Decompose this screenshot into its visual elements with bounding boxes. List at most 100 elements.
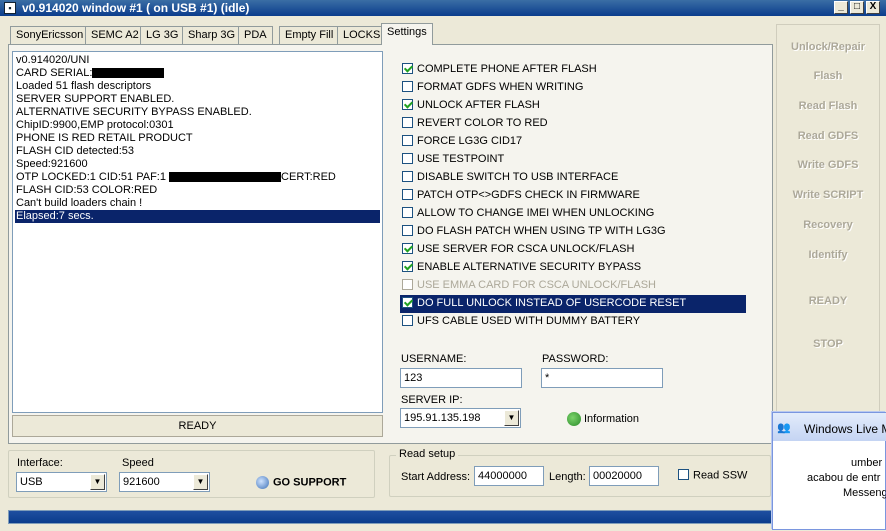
toast-title: Windows Live M [804, 422, 886, 436]
username-label: USERNAME: [401, 353, 467, 365]
checkbox-box[interactable] [402, 224, 413, 236]
flash-button[interactable]: Flash [779, 62, 877, 90]
speed-select[interactable]: 921600 ▼ [119, 472, 210, 492]
go-support-button[interactable]: GO SUPPORT [256, 476, 346, 489]
read-flash-button[interactable]: Read Flash [779, 92, 877, 120]
option-checkbox[interactable]: ENABLE ALTERNATIVE SECURITY BYPASS [400, 259, 746, 277]
log-line: PHONE IS RED RETAIL PRODUCT [16, 132, 193, 144]
checkbox-box[interactable] [402, 62, 413, 74]
chevron-down-icon[interactable]: ▼ [193, 474, 208, 490]
option-checkbox[interactable]: UFS CABLE USED WITH DUMMY BATTERY [400, 313, 746, 331]
password-label: PASSWORD: [542, 353, 609, 365]
checkbox-box[interactable] [678, 469, 689, 480]
option-checkbox[interactable]: USE SERVER FOR CSCA UNLOCK/FLASH [400, 241, 746, 259]
option-label: DO FULL UNLOCK INSTEAD OF USERCODE RESET [417, 297, 687, 309]
tab-semc-a2[interactable]: SEMC A2 [85, 26, 145, 44]
information-button[interactable]: Information [567, 412, 639, 426]
option-checkbox[interactable]: DISABLE SWITCH TO USB INTERFACE [400, 169, 746, 187]
identify-button[interactable]: Identify [779, 241, 877, 269]
option-checkbox[interactable]: PATCH OTP<>GDFS CHECK IN FIRMWARE [400, 187, 746, 205]
option-checkbox[interactable]: DO FULL UNLOCK INSTEAD OF USERCODE RESET [400, 295, 746, 313]
option-label: FORMAT GDFS WHEN WRITING [417, 81, 584, 93]
checkbox-box[interactable] [402, 152, 413, 164]
option-label: ALLOW TO CHANGE IMEI WHEN UNLOCKING [417, 207, 655, 219]
log-line: FLASH CID detected:53 [16, 145, 135, 157]
recovery-button[interactable]: Recovery [779, 211, 877, 239]
interface-select[interactable]: USB ▼ [16, 472, 107, 492]
people-icon [567, 412, 581, 426]
option-checkbox[interactable]: FORCE LG3G CID17 [400, 133, 746, 151]
log-line: ChipID:9900,EMP protocol:0301 [16, 119, 174, 131]
unlock-repair-button[interactable]: Unlock/Repair [779, 33, 877, 61]
option-checkbox[interactable]: COMPLETE PHONE AFTER FLASH [400, 61, 746, 79]
checkbox-box[interactable] [402, 314, 413, 326]
server-ip-select[interactable]: 195.91.135.198 ▼ [400, 408, 521, 428]
speed-value: 921600 [123, 476, 160, 488]
option-checkbox[interactable]: USE TESTPOINT [400, 151, 746, 169]
ready-button[interactable]: READY [779, 287, 877, 315]
option-checkbox[interactable]: REVERT COLOR TO RED [400, 115, 746, 133]
notification-toast[interactable]: 👥 Windows Live M umber acabou de entr Me… [772, 412, 886, 530]
checkbox-box[interactable] [402, 98, 413, 110]
checkbox-box[interactable] [402, 134, 413, 146]
log-line: ALTERNATIVE SECURITY BYPASS ENABLED. [16, 106, 252, 118]
option-label: DO FLASH PATCH WHEN USING TP WITH LG3G [417, 225, 666, 237]
toast-line: Messeng [843, 487, 886, 499]
read-ssw-checkbox[interactable]: Read SSW [676, 469, 747, 482]
tab-sharp-3g[interactable]: Sharp 3G [182, 26, 242, 44]
globe-icon [256, 476, 269, 489]
write-script-button[interactable]: Write SCRIPT [779, 181, 877, 209]
option-label: COMPLETE PHONE AFTER FLASH [417, 63, 597, 75]
option-label: USE TESTPOINT [417, 153, 505, 165]
checkbox-box[interactable] [402, 260, 413, 272]
read-setup-title: Read setup [396, 448, 459, 460]
checkbox-box[interactable] [402, 278, 413, 290]
tab-pda[interactable]: PDA [238, 26, 273, 44]
log-line: Loaded 51 flash descriptors [16, 80, 152, 92]
tab-sonyericsson[interactable]: SonyEricsson [10, 26, 90, 44]
checkbox-box[interactable] [402, 296, 413, 308]
server-ip-value: 195.91.135.198 [404, 412, 481, 424]
minimize-button[interactable]: _ [834, 1, 848, 14]
log-line: SERVER SUPPORT ENABLED. [16, 93, 175, 105]
tab-locks[interactable]: LOCKS [337, 26, 387, 44]
tab-empty-fill[interactable]: Empty Fill [279, 26, 340, 44]
option-checkbox[interactable]: FORMAT GDFS WHEN WRITING [400, 79, 746, 97]
option-checkbox[interactable]: DO FLASH PATCH WHEN USING TP WITH LG3G [400, 223, 746, 241]
checkbox-box[interactable] [402, 188, 413, 200]
checkbox-box[interactable] [402, 206, 413, 218]
length-input[interactable]: 00020000 [589, 466, 659, 486]
write-gdfs-button[interactable]: Write GDFS [779, 151, 877, 179]
start-address-input[interactable]: 44000000 [474, 466, 544, 486]
password-input[interactable]: * [541, 368, 663, 388]
app-icon: ▪ [4, 2, 16, 14]
option-checkbox[interactable]: ALLOW TO CHANGE IMEI WHEN UNLOCKING [400, 205, 746, 223]
toast-line: umber [851, 457, 883, 469]
option-label: ENABLE ALTERNATIVE SECURITY BYPASS [417, 261, 642, 273]
checkbox-box[interactable] [402, 116, 413, 128]
status-box: READY [12, 415, 383, 437]
option-checkbox[interactable]: USE EMMA CARD FOR CSCA UNLOCK/FLASH [400, 277, 746, 295]
read-gdfs-button[interactable]: Read GDFS [779, 122, 877, 150]
username-input[interactable]: 123 [400, 368, 522, 388]
chevron-down-icon[interactable]: ▼ [504, 410, 519, 426]
option-label: DISABLE SWITCH TO USB INTERFACE [417, 171, 619, 183]
tab-lg-3g[interactable]: LG 3G [140, 26, 185, 44]
close-button[interactable]: X [866, 1, 880, 14]
log-box[interactable]: v0.914020/UNI CARD SERIAL: Loaded 51 fla… [12, 51, 383, 413]
checkbox-box[interactable] [402, 170, 413, 182]
log-line-selected: Elapsed:7 secs. [15, 210, 380, 223]
option-checkbox[interactable]: UNLOCK AFTER FLASH [400, 97, 746, 115]
checkbox-box[interactable] [402, 80, 413, 92]
title-bar[interactable]: ▪ v0.914020 window #1 ( on USB #1) (idle… [0, 0, 886, 16]
chevron-down-icon[interactable]: ▼ [90, 474, 105, 490]
start-address-label: Start Address: [401, 471, 471, 483]
stop-button[interactable]: STOP [779, 330, 877, 358]
tab-settings[interactable]: Settings [381, 23, 433, 45]
checkbox-box[interactable] [402, 242, 413, 254]
messenger-icon: 👥 [777, 422, 791, 434]
option-label: UNLOCK AFTER FLASH [417, 99, 540, 111]
server-ip-label: SERVER IP: [401, 394, 463, 406]
maximize-button[interactable]: □ [850, 1, 864, 14]
toast-line: acabou de entr [807, 472, 881, 484]
